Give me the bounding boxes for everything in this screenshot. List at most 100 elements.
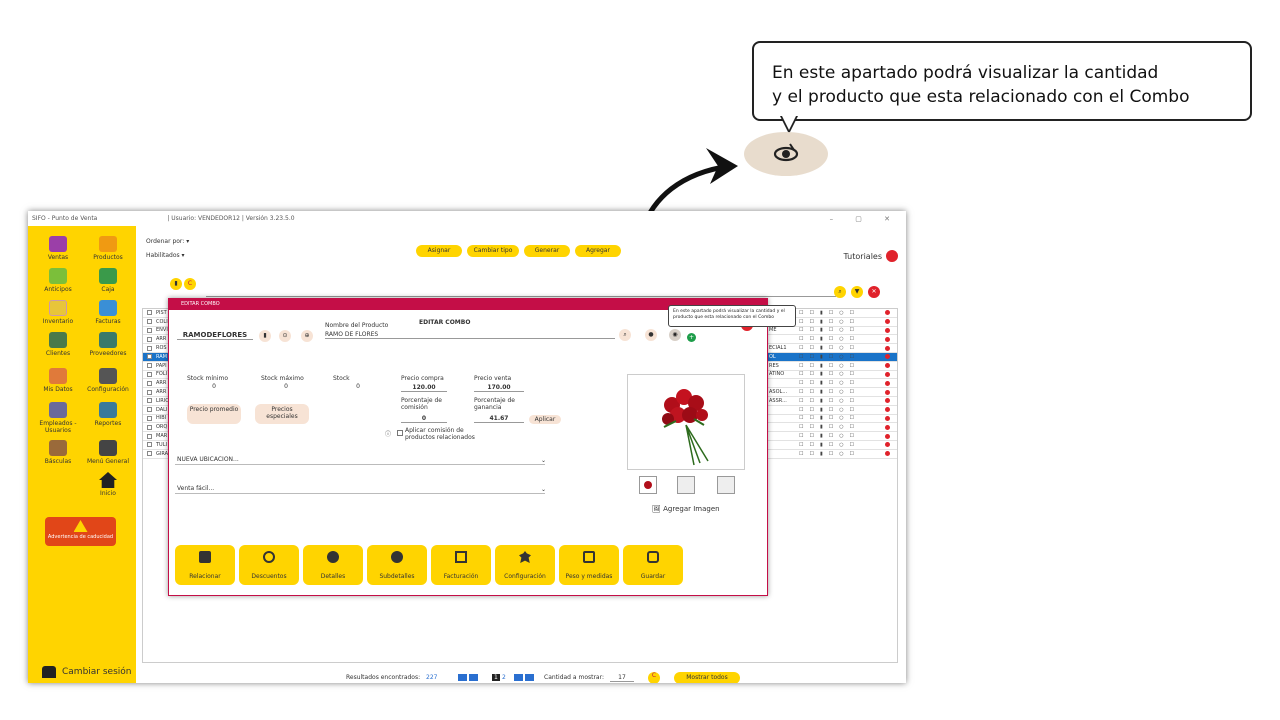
product-code-input[interactable]: RAMODEFLORES <box>177 331 253 340</box>
row-action-icons[interactable]: ☐☐▮☐○☐ <box>799 380 860 386</box>
row-checkbox[interactable] <box>147 327 152 333</box>
status-dot[interactable] <box>885 442 890 448</box>
row-checkbox[interactable] <box>147 442 152 448</box>
sidebar-item-facturas[interactable]: Facturas <box>84 300 132 325</box>
product-name-input[interactable]: RAMO DE FLORES <box>325 331 615 339</box>
tile-detalles[interactable]: Detalles <box>303 545 363 585</box>
sidebar-item-caja[interactable]: Caja <box>84 268 132 293</box>
stock-max-value[interactable]: 0 <box>263 383 309 390</box>
status-dot[interactable] <box>885 451 890 457</box>
location-select[interactable]: NUEVA UBICACION... <box>177 456 239 463</box>
row-checkbox[interactable] <box>147 336 152 342</box>
status-dot[interactable] <box>885 424 890 430</box>
row-action-icons[interactable]: ☐☐▮☐○☐ <box>799 310 860 316</box>
sidebar-item-menu-general[interactable]: Menú General <box>84 440 132 465</box>
row-action-icons[interactable]: ☐☐▮☐○☐ <box>799 354 860 360</box>
qty-input[interactable]: 17 <box>610 674 634 682</box>
search-input[interactable] <box>206 296 836 297</box>
filter-select[interactable]: Habilitados ▾ <box>146 252 185 259</box>
last-page-button[interactable] <box>525 674 534 681</box>
change-session-button[interactable]: Cambiar sesión <box>42 666 131 678</box>
eye-icon[interactable]: ◉ <box>669 329 681 341</box>
prev-page-button[interactable] <box>469 674 478 681</box>
status-dot[interactable] <box>885 336 890 342</box>
sidebar-item-proveedores[interactable]: Proveedores <box>84 332 132 357</box>
row-action-icons[interactable]: ☐☐▮☐○☐ <box>799 424 860 430</box>
sidebar-item-inicio[interactable]: Inicio <box>84 472 132 497</box>
row-action-icons[interactable]: ☐☐▮☐○☐ <box>799 371 860 377</box>
apply-commission-checkbox[interactable] <box>397 430 403 436</box>
stock-min-value[interactable]: 0 <box>191 383 237 390</box>
row-checkbox[interactable] <box>147 389 152 395</box>
image-thumbnail-2[interactable] <box>677 476 695 494</box>
apply-button[interactable]: Aplicar <box>529 415 561 424</box>
row-action-icons[interactable]: ☐☐▮☐○☐ <box>799 363 860 369</box>
row-checkbox[interactable] <box>147 319 152 325</box>
row-checkbox[interactable] <box>147 451 152 457</box>
row-checkbox[interactable] <box>147 371 152 377</box>
row-checkbox[interactable] <box>147 354 152 360</box>
easy-sale-select[interactable]: Venta fácil... <box>177 485 214 492</box>
tile-subdetalles[interactable]: Subdetalles <box>367 545 427 585</box>
status-dot[interactable] <box>885 345 890 351</box>
status-dot[interactable] <box>885 363 890 369</box>
commission-input[interactable]: 0 <box>401 415 447 423</box>
barcode-icon[interactable]: ▮ <box>170 278 182 290</box>
profit-input[interactable]: 41.67 <box>474 415 524 423</box>
image-thumbnail-1[interactable] <box>639 476 657 494</box>
c-icon[interactable]: C <box>184 278 196 290</box>
row-checkbox[interactable] <box>147 363 152 369</box>
tile-relacionar[interactable]: Relacionar <box>175 545 235 585</box>
location-icon[interactable]: ● <box>645 329 657 341</box>
sidebar-item-mis-datos[interactable]: Mis Datos <box>34 368 82 393</box>
window-controls[interactable]: – ▢ ✕ <box>830 215 900 223</box>
special-prices-button[interactable]: Precios especiales <box>255 404 309 424</box>
sidebar-item-clientes[interactable]: Clientes <box>34 332 82 357</box>
status-dot[interactable] <box>885 389 890 395</box>
sidebar-item-productos[interactable]: Productos <box>84 236 132 261</box>
sidebar-item-empleados[interactable]: Empleados - Usuarios <box>34 402 82 434</box>
zoom-icon[interactable]: ⊕ <box>301 330 313 342</box>
add-image-button[interactable]: 🖼 Agregar Imagen <box>652 505 720 513</box>
row-action-icons[interactable]: ☐☐▮☐○☐ <box>799 442 860 448</box>
row-action-icons[interactable]: ☐☐▮☐○☐ <box>799 345 860 351</box>
row-checkbox[interactable] <box>147 415 152 421</box>
row-action-icons[interactable]: ☐☐▮☐○☐ <box>799 451 860 457</box>
status-dot[interactable] <box>885 398 890 404</box>
tile-facturacion[interactable]: Facturación <box>431 545 491 585</box>
barcode-icon[interactable]: ▮ <box>259 330 271 342</box>
page-total[interactable]: 2 <box>502 674 506 681</box>
row-checkbox[interactable] <box>147 345 152 351</box>
assign-button[interactable]: Asignar <box>416 245 462 257</box>
tile-peso-medidas[interactable]: Peso y medidas <box>559 545 619 585</box>
row-checkbox[interactable] <box>147 424 152 430</box>
clear-icon[interactable]: ✕ <box>868 286 880 298</box>
order-by-select[interactable]: Ordenar por: ▾ <box>146 238 189 245</box>
status-dot[interactable] <box>885 407 890 413</box>
row-action-icons[interactable]: ☐☐▮☐○☐ <box>799 433 860 439</box>
refresh-icon[interactable]: C <box>648 672 660 683</box>
row-checkbox[interactable] <box>147 310 152 316</box>
change-type-button[interactable]: Cambiar tipo <box>467 245 519 257</box>
row-checkbox[interactable] <box>147 433 152 439</box>
row-action-icons[interactable]: ☐☐▮☐○☐ <box>799 398 860 404</box>
generate-button[interactable]: Generar <box>524 245 570 257</box>
next-page-button[interactable] <box>514 674 523 681</box>
tile-guardar[interactable]: Guardar <box>623 545 683 585</box>
sidebar-item-reportes[interactable]: Reportes <box>84 402 132 427</box>
row-checkbox[interactable] <box>147 407 152 413</box>
add-button[interactable]: Agregar <box>575 245 621 257</box>
search-icon[interactable]: ⌕ <box>619 329 631 341</box>
sidebar-item-configuracion[interactable]: Configuración <box>84 368 132 393</box>
filter-icon[interactable]: ▼ <box>851 286 863 298</box>
status-dot[interactable] <box>885 415 890 421</box>
target-icon[interactable]: ⊙ <box>279 330 291 342</box>
expiry-warning-button[interactable]: Advertencia de caducidad <box>45 517 116 546</box>
tile-configuracion[interactable]: Configuración <box>495 545 555 585</box>
status-dot[interactable] <box>885 371 890 377</box>
tutorials-link[interactable]: Tutoriales <box>844 250 898 262</box>
avg-price-button[interactable]: Precio promedio <box>187 404 241 424</box>
status-dot[interactable] <box>885 354 890 360</box>
row-action-icons[interactable]: ☐☐▮☐○☐ <box>799 319 860 325</box>
row-action-icons[interactable]: ☐☐▮☐○☐ <box>799 407 860 413</box>
